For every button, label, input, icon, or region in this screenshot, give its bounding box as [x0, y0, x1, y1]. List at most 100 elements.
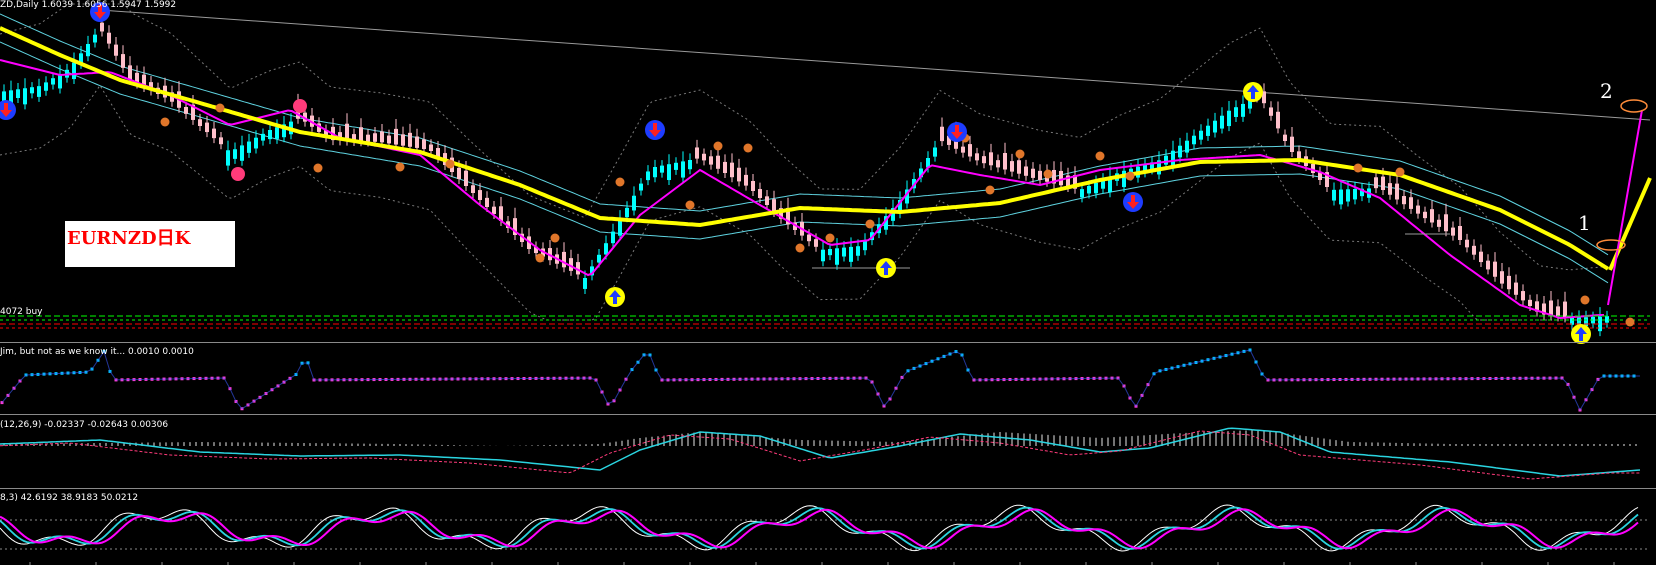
candle-body	[387, 135, 391, 144]
chart-label-box: EURNZD日K	[65, 221, 235, 267]
macd-line	[0, 427, 1641, 477]
candle-body	[100, 22, 104, 32]
candle-body	[478, 190, 482, 200]
candle-body	[639, 183, 643, 191]
candle-body	[1276, 111, 1280, 129]
candle-body	[723, 161, 727, 173]
fractal-dot-icon	[445, 159, 455, 169]
candle-body	[359, 127, 363, 142]
fractal-dot-icon	[713, 141, 723, 151]
fractal-dot-icon	[1125, 171, 1135, 181]
candle-body	[996, 160, 1000, 168]
candle-body	[1094, 182, 1098, 194]
candle-body	[23, 88, 27, 105]
candle-body	[247, 141, 251, 153]
candle-body	[744, 174, 748, 186]
candle-body	[128, 65, 132, 80]
candle-body	[1458, 226, 1462, 240]
candle-body	[107, 32, 111, 44]
candle-body	[1332, 189, 1336, 201]
candle-body	[660, 165, 664, 173]
candle-body	[2, 91, 6, 102]
candle-body	[121, 54, 125, 68]
candle-body	[380, 131, 384, 143]
candle-body	[373, 133, 377, 142]
fractal-dot-icon	[1095, 151, 1105, 161]
fractal-dot-icon	[1625, 317, 1635, 327]
candle-body	[1500, 271, 1504, 284]
panel-divider	[0, 342, 1656, 343]
main-panel-header: ZD,Daily 1.6039 1.6056 1.5947 1.5992	[0, 0, 177, 10]
candle-body	[1549, 300, 1553, 316]
candle-body	[765, 196, 769, 205]
candle-body	[835, 248, 839, 265]
candle-body	[44, 82, 48, 91]
candle-body	[1038, 170, 1042, 180]
stochastic-panel-header: 8,3) 42.6192 38.9183 50.0212	[0, 493, 139, 503]
candle-body	[240, 145, 244, 161]
candle-body	[275, 127, 279, 139]
candle-body	[716, 155, 720, 169]
candle-body	[989, 152, 993, 166]
candle-body	[933, 147, 937, 157]
candle-body	[1493, 261, 1497, 277]
candle-body	[604, 243, 608, 255]
order-level-label: 4072 buy	[0, 307, 43, 317]
fractal-dot-icon	[535, 253, 545, 263]
candle-body	[1416, 205, 1420, 214]
candle-body	[618, 220, 622, 236]
fractal-dot-icon	[1580, 295, 1590, 305]
candle-body	[1080, 189, 1084, 198]
macd-panel-header: (12,26,9) -0.02337 -0.02643 0.00306	[0, 420, 169, 430]
candle-body	[667, 164, 671, 181]
candle-body	[681, 161, 685, 178]
fractal-dot-icon	[795, 243, 805, 253]
candle-body	[415, 136, 419, 148]
candle-body	[1528, 299, 1532, 306]
candle-body	[849, 246, 853, 262]
candle-body	[646, 171, 650, 181]
fractal-dot-icon	[1353, 163, 1363, 173]
candle-body	[821, 249, 825, 262]
candle-body	[226, 150, 230, 166]
candle-body	[1164, 155, 1168, 165]
fractal-dot-icon	[1015, 149, 1025, 159]
candle-body	[772, 199, 776, 212]
candle-body	[562, 251, 566, 268]
candle-body	[702, 153, 706, 161]
candle-body	[1206, 125, 1210, 136]
up-arrow-signal-icon	[876, 258, 896, 278]
candle-body	[1311, 163, 1315, 173]
down-arrow-signal-icon	[0, 100, 16, 120]
candle-body	[268, 130, 272, 140]
candle-body	[758, 189, 762, 198]
chart-canvas[interactable]	[0, 0, 1656, 565]
candle-body	[1178, 145, 1182, 158]
stoch-main-line	[0, 506, 1639, 550]
candle-body	[1031, 168, 1035, 178]
candle-body	[1227, 110, 1231, 127]
annotation-label-2: 2	[1600, 79, 1613, 103]
stochastic-indicator-panel	[0, 504, 1650, 565]
chart-label-text: EURNZD日K	[67, 228, 191, 249]
candle-body	[688, 160, 692, 170]
envelope-upper	[0, 13, 1609, 256]
candle-body	[709, 156, 713, 165]
candle-body	[1556, 306, 1560, 317]
fractal-dot-icon	[395, 162, 405, 172]
candle-body	[1192, 135, 1196, 145]
trading-chart[interactable]: ZD,Daily 1.6039 1.6056 1.5947 1.5992 407…	[0, 0, 1656, 565]
annotation-ellipse-2	[1620, 99, 1648, 113]
candle-body	[457, 167, 461, 179]
up-arrow-signal-icon	[1243, 82, 1263, 102]
candle-body	[1283, 134, 1287, 141]
jim-panel-header: Jim, but not as we know it... 0.0010 0.0…	[0, 347, 194, 357]
candle-body	[1451, 227, 1455, 236]
candle-body	[51, 78, 55, 85]
fractal-dot-icon	[743, 143, 753, 153]
trendline	[99, 9, 1651, 121]
candle-body	[1122, 170, 1126, 188]
candle-body	[219, 137, 223, 145]
candle-body	[72, 62, 76, 80]
candle-body	[401, 134, 405, 146]
